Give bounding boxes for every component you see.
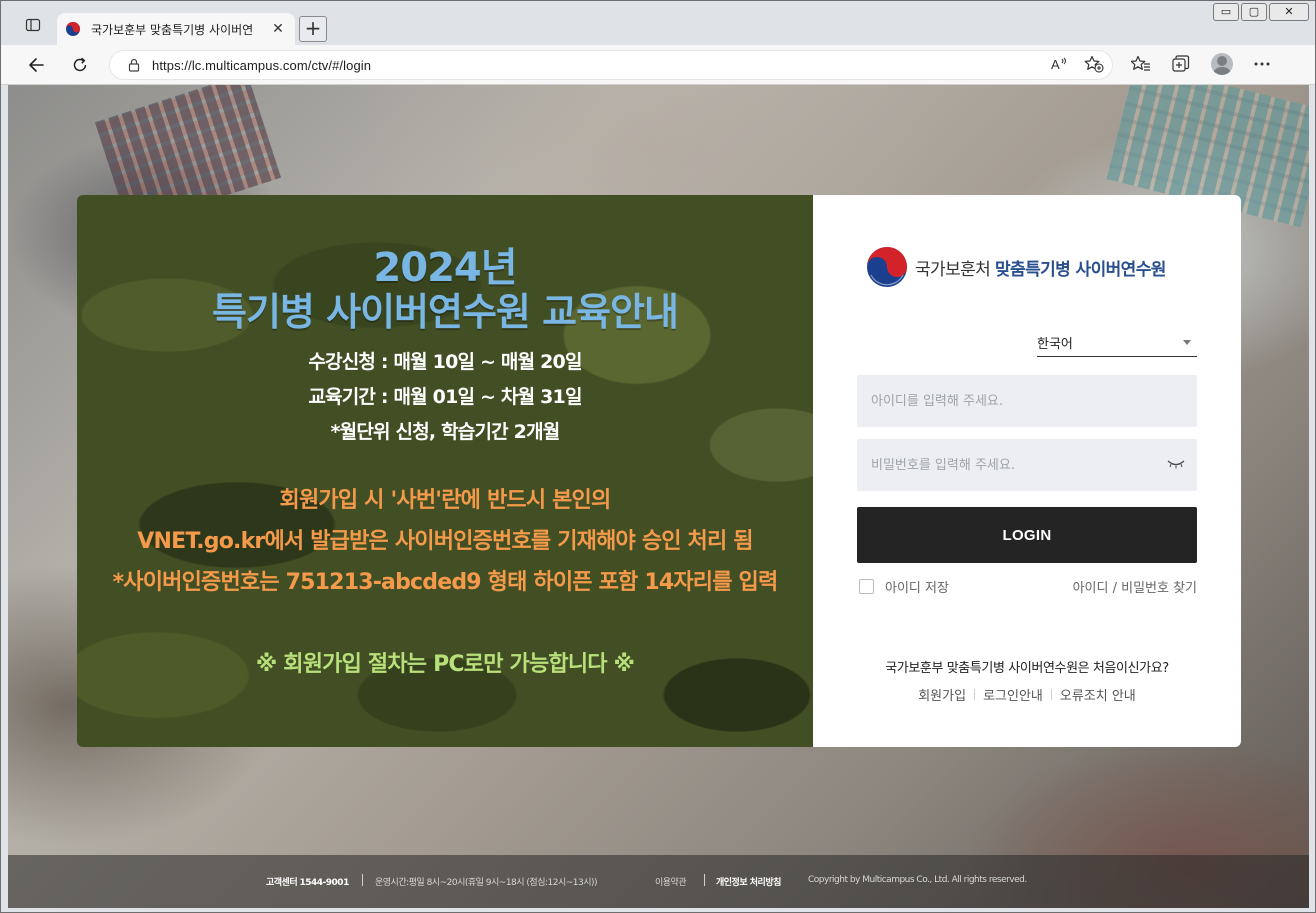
taegeuk-logo-icon bbox=[867, 247, 907, 287]
browser-toolbar: https://lc.multicampus.com/ctv/#/login A bbox=[1, 45, 1315, 85]
tab-close-icon[interactable]: ✕ bbox=[269, 21, 287, 37]
tab-actions-icon[interactable] bbox=[15, 14, 51, 36]
logo-text: 국가보훈처 맞춤특기병 사이버연수원 bbox=[915, 259, 1166, 280]
site-logo[interactable]: 국가보훈처 맞춤특기병 사이버연수원 bbox=[865, 245, 1166, 289]
privacy-policy-link[interactable]: 개인정보 처리방침 bbox=[716, 875, 781, 888]
divider bbox=[362, 874, 363, 886]
language-value: 한국어 bbox=[1037, 337, 1073, 352]
first-visit-question: 국가보훈부 맞춤특기병 사이버연수원은 처음이신가요? bbox=[885, 661, 1169, 676]
login-button[interactable]: LOGIN bbox=[857, 507, 1197, 563]
new-tab-button[interactable]: + bbox=[299, 16, 327, 42]
divider bbox=[704, 874, 705, 886]
banner-main-title: 특기병 사이버연수원 교육안내 bbox=[212, 290, 679, 334]
tab-title: 국가보훈부 맞춤특기병 사이버연 bbox=[91, 22, 254, 37]
divider bbox=[1050, 689, 1052, 700]
svg-text:A: A bbox=[1051, 57, 1060, 72]
signup-notice-line2: VNET.go.kr에서 발급받은 사이버인증번호를 기재해야 승인 처리 됨 bbox=[137, 529, 753, 554]
url-text[interactable]: https://lc.multicampus.com/ctv/#/login bbox=[152, 58, 371, 73]
close-window-button[interactable]: ✕ bbox=[1269, 3, 1309, 21]
minimize-button[interactable]: ▭ bbox=[1213, 3, 1239, 21]
taegeuk-favicon-icon bbox=[66, 22, 80, 36]
enrollment-period: 수강신청 : 매월 10일 ~ 매월 20일 bbox=[308, 351, 582, 373]
add-favorite-icon[interactable] bbox=[1084, 55, 1104, 73]
study-period-note: *월단위 신청, 학습기간 2개월 bbox=[330, 421, 561, 443]
page-footer: 고객센터 1544-9001 운영시간:평일 8시~20시(휴일 9시~18시 … bbox=[8, 855, 1309, 908]
more-options-icon[interactable] bbox=[1253, 61, 1271, 67]
remember-id-label[interactable]: 아이디 저장 bbox=[885, 577, 949, 596]
login-panel: 국가보훈처 맞춤특기병 사이버연수원 한국어 LOGIN 아이디 저장 아이디 … bbox=[813, 195, 1241, 747]
remember-id[interactable]: 아이디 저장 bbox=[859, 577, 949, 596]
error-guide-link[interactable]: 오류조치 안내 bbox=[1060, 685, 1136, 704]
read-aloud-icon[interactable]: A bbox=[1050, 55, 1068, 73]
customer-center: 고객센터 1544-9001 bbox=[266, 878, 349, 888]
remember-id-checkbox[interactable] bbox=[859, 579, 874, 594]
browser-tab-active[interactable]: 국가보훈부 맞춤특기병 사이버연 ✕ bbox=[57, 13, 295, 45]
login-guide-link[interactable]: 로그인안내 bbox=[983, 685, 1043, 704]
browser-window: 국가보훈부 맞춤특기병 사이버연 ✕ + ▭ ▢ ✕ https://lc.mu… bbox=[0, 0, 1316, 913]
divider bbox=[974, 689, 976, 700]
signup-notice-line1: 회원가입 시 '사번'란에 반드시 본인의 bbox=[279, 488, 612, 513]
refresh-icon[interactable] bbox=[67, 53, 93, 77]
page-viewport: 2024년 특기병 사이버연수원 교육안내 수강신청 : 매월 10일 ~ 매월… bbox=[8, 85, 1309, 908]
user-id-input[interactable] bbox=[857, 375, 1197, 427]
education-notice-banner: 2024년 특기병 사이버연수원 교육안내 수강신청 : 매월 10일 ~ 매월… bbox=[77, 195, 813, 747]
profile-avatar-icon[interactable] bbox=[1211, 53, 1233, 75]
window-controls: ▭ ▢ ✕ bbox=[1213, 3, 1309, 21]
toolbar-actions bbox=[1131, 53, 1271, 75]
language-select[interactable]: 한국어 bbox=[1037, 329, 1197, 357]
find-id-password-link[interactable]: 아이디 / 비밀번호 찾기 bbox=[1057, 577, 1197, 596]
terms-link[interactable]: 이용약관 bbox=[655, 875, 687, 888]
education-period: 교육기간 : 매월 01일 ~ 차월 31일 bbox=[308, 386, 582, 408]
help-links: 회원가입 로그인안내 오류조치 안내 bbox=[813, 685, 1241, 704]
lock-icon[interactable] bbox=[128, 58, 140, 72]
address-bar[interactable]: https://lc.multicampus.com/ctv/#/login A bbox=[109, 50, 1113, 80]
collections-icon[interactable] bbox=[1171, 55, 1191, 73]
pc-only-notice: ※ 회원가입 절차는 PC로만 가능합니다 ※ bbox=[255, 652, 635, 677]
tab-bar: 국가보훈부 맞춤특기병 사이버연 ✕ + ▭ ▢ ✕ bbox=[1, 1, 1315, 45]
favorites-icon[interactable] bbox=[1131, 55, 1151, 73]
maximize-button[interactable]: ▢ bbox=[1241, 3, 1267, 21]
signup-notice-line3: *사이버인증번호는 751213-abcded9 형태 하이픈 포함 14자리를… bbox=[112, 570, 779, 595]
operating-hours: 운영시간:평일 8시~20시(휴일 9시~18시 (점심:12시~13시)) bbox=[375, 878, 598, 888]
password-input[interactable] bbox=[857, 439, 1197, 491]
chevron-down-icon bbox=[1183, 340, 1191, 345]
eye-closed-icon[interactable] bbox=[1167, 459, 1185, 469]
back-arrow-icon[interactable] bbox=[23, 53, 49, 77]
address-bar-actions: A bbox=[1050, 55, 1104, 73]
copyright: Copyright by Multicampus Co., Ltd. All r… bbox=[808, 875, 1027, 885]
signup-link[interactable]: 회원가입 bbox=[918, 685, 966, 704]
